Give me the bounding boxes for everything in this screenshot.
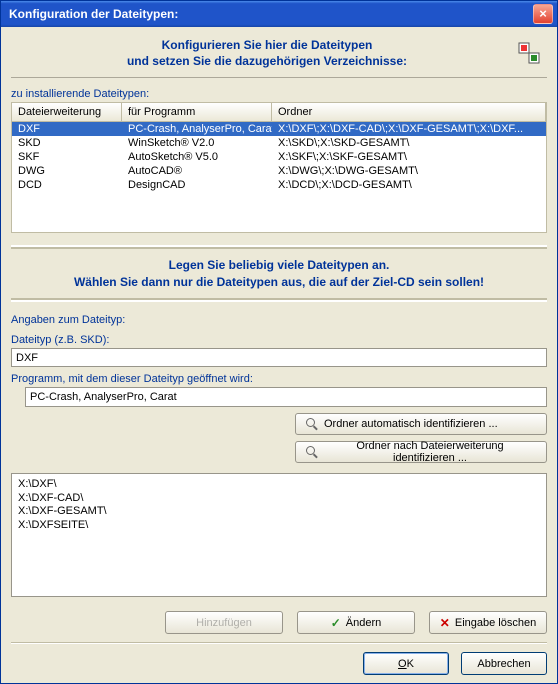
close-button[interactable]: ×: [533, 4, 553, 24]
cancel-button[interactable]: Abbrechen: [461, 652, 547, 675]
cell-prog: WinSketch® V2.0: [122, 136, 272, 150]
header-line1: Konfigurieren Sie hier die Dateitypen: [17, 37, 517, 53]
program-field-label: Programm, mit dem dieser Dateityp geöffn…: [11, 373, 547, 385]
table-row[interactable]: DXFPC-Crash, AnalyserPro, CaratX:\DXF\;X…: [12, 122, 546, 136]
modify-button[interactable]: ✓ Ändern: [297, 611, 415, 634]
ok-label-rest: K: [407, 658, 414, 670]
dialog-buttons: OK Abbrechen: [11, 652, 547, 675]
cell-folder: X:\DXF\;X:\DXF-CAD\;X:\DXF-GESAMT\;X:\DX…: [272, 122, 546, 136]
identify-by-ext-label: Ordner nach Dateierweiterung identifizie…: [324, 440, 536, 464]
window-title: Konfiguration der Dateitypen:: [9, 7, 533, 21]
cell-ext: SKD: [12, 136, 122, 150]
titlebar: Konfiguration der Dateitypen: ×: [1, 1, 557, 27]
modify-label: Ändern: [346, 617, 381, 629]
detail-section-label: Angaben zum Dateityp:: [11, 314, 547, 326]
info-line1: Legen Sie beliebig viele Dateitypen an.: [19, 257, 539, 273]
list-body[interactable]: DXFPC-Crash, AnalyserPro, CaratX:\DXF\;X…: [12, 122, 546, 232]
separator: [11, 642, 547, 644]
magnifier-icon: [306, 418, 318, 430]
table-row[interactable]: DWGAutoCAD®X:\DWG\;X:\DWG-GESAMT\: [12, 164, 546, 178]
cell-prog: AutoCAD®: [122, 164, 272, 178]
cell-prog: PC-Crash, AnalyserPro, Carat: [122, 122, 272, 136]
cell-ext: DCD: [12, 178, 122, 192]
list-header: Dateierweiterung für Programm Ordner: [12, 103, 546, 122]
content-area: Konfigurieren Sie hier die Dateitypen un…: [1, 27, 557, 683]
info-line2: Wählen Sie dann nur die Dateitypen aus, …: [19, 274, 539, 290]
header-line2: und setzen Sie die dazugehörigen Verzeic…: [17, 53, 517, 69]
table-row[interactable]: DCDDesignCADX:\DCD\;X:\DCD-GESAMT\: [12, 178, 546, 192]
add-button: Hinzufügen: [165, 611, 283, 634]
cell-folder: X:\DWG\;X:\DWG-GESAMT\: [272, 164, 546, 178]
cell-folder: X:\SKF\;X:\SKF-GESAMT\: [272, 150, 546, 164]
cell-prog: DesignCAD: [122, 178, 272, 192]
action-row: Hinzufügen ✓ Ändern ✕ Eingabe löschen: [11, 611, 547, 634]
filetype-input[interactable]: [11, 348, 547, 368]
cell-ext: DWG: [12, 164, 122, 178]
table-row[interactable]: SKDWinSketch® V2.0X:\SKD\;X:\SKD-GESAMT\: [12, 136, 546, 150]
header-banner: Konfigurieren Sie hier die Dateitypen un…: [11, 33, 547, 78]
install-types-label: zu installierende Dateitypen:: [11, 88, 547, 100]
filetype-list[interactable]: Dateierweiterung für Programm Ordner DXF…: [11, 102, 547, 233]
config-icon: [517, 41, 541, 65]
delete-label: Eingabe löschen: [455, 617, 536, 629]
ok-button[interactable]: OK: [363, 652, 449, 675]
program-input[interactable]: [25, 387, 547, 407]
filetype-field-label: Dateityp (z.B. SKD):: [11, 334, 547, 346]
identify-by-extension-button[interactable]: Ordner nach Dateierweiterung identifizie…: [295, 441, 547, 463]
col-header-folder[interactable]: Ordner: [272, 103, 546, 121]
add-label: Hinzufügen: [196, 617, 252, 629]
auto-identify-folder-button[interactable]: Ordner automatisch identifizieren ...: [295, 413, 547, 435]
cell-ext: SKF: [12, 150, 122, 164]
cell-ext: DXF: [12, 122, 122, 136]
magnifier-icon: [306, 446, 318, 458]
auto-identify-label: Ordner automatisch identifizieren ...: [324, 418, 498, 430]
info-strip: Legen Sie beliebig viele Dateitypen an. …: [11, 245, 547, 301]
folder-list-box[interactable]: X:\DXF\ X:\DXF-CAD\ X:\DXF-GESAMT\ X:\DX…: [11, 473, 547, 597]
delete-button[interactable]: ✕ Eingabe löschen: [429, 611, 547, 634]
check-icon: ✓: [331, 616, 341, 630]
dialog-window: Konfiguration der Dateitypen: × Konfigur…: [0, 0, 558, 684]
table-row[interactable]: SKFAutoSketch® V5.0X:\SKF\;X:\SKF-GESAMT…: [12, 150, 546, 164]
col-header-ext[interactable]: Dateierweiterung: [12, 103, 122, 121]
header-text: Konfigurieren Sie hier die Dateitypen un…: [17, 37, 517, 69]
cell-folder: X:\SKD\;X:\SKD-GESAMT\: [272, 136, 546, 150]
x-icon: ✕: [440, 616, 450, 630]
col-header-prog[interactable]: für Programm: [122, 103, 272, 121]
cell-folder: X:\DCD\;X:\DCD-GESAMT\: [272, 178, 546, 192]
cell-prog: AutoSketch® V5.0: [122, 150, 272, 164]
